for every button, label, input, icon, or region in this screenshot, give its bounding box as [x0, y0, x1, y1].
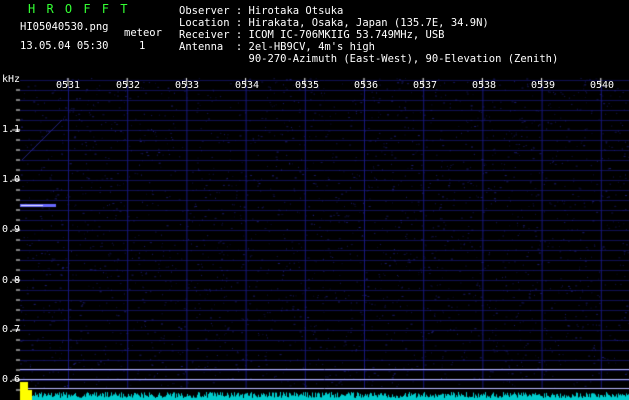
datetime: 13.05.04 05:30 [20, 40, 109, 52]
filename: HI05040530.png [20, 21, 109, 33]
location-line: Location : Hirakata, Osaka, Japan (135.7… [179, 17, 489, 29]
antenna-line-2: 90-270-Azimuth (East-West), 90-Elevation… [179, 53, 559, 65]
antenna-line: Antenna : 2el-HB9CV, 4m's high [179, 41, 375, 53]
receiver-line: Receiver : ICOM IC-706MKIIG 53.749MHz, U… [179, 29, 445, 41]
x-tick-label: 0540 [590, 80, 615, 91]
x-tick-label: 0535 [295, 80, 320, 91]
y-tick-label: 1.0 [2, 174, 21, 185]
observer-line: Observer : Hirotaka Otsuka [179, 5, 344, 17]
x-tick-label: 0536 [354, 80, 379, 91]
y-tick-label: 1.1 [2, 124, 21, 135]
x-tick-label: 0537 [413, 80, 438, 91]
x-tick-label: 0532 [116, 80, 141, 91]
y-tick-label: 0.8 [2, 275, 21, 286]
x-tick-label: 0531 [56, 80, 81, 91]
x-tick-label: 0534 [235, 80, 260, 91]
x-tick-label: 0539 [531, 80, 556, 91]
x-tick-label: 0533 [175, 80, 200, 91]
y-axis-unit: kHz [2, 74, 21, 85]
y-tick-label: 0.7 [2, 324, 21, 335]
app-title: H R O F F T [28, 2, 130, 16]
meteor-label: meteor [124, 27, 162, 39]
y-tick-label: 0.9 [2, 224, 21, 235]
y-tick-label: 0.6 [2, 374, 21, 385]
meteor-count: 1 [139, 40, 146, 52]
x-tick-label: 0538 [472, 80, 497, 91]
